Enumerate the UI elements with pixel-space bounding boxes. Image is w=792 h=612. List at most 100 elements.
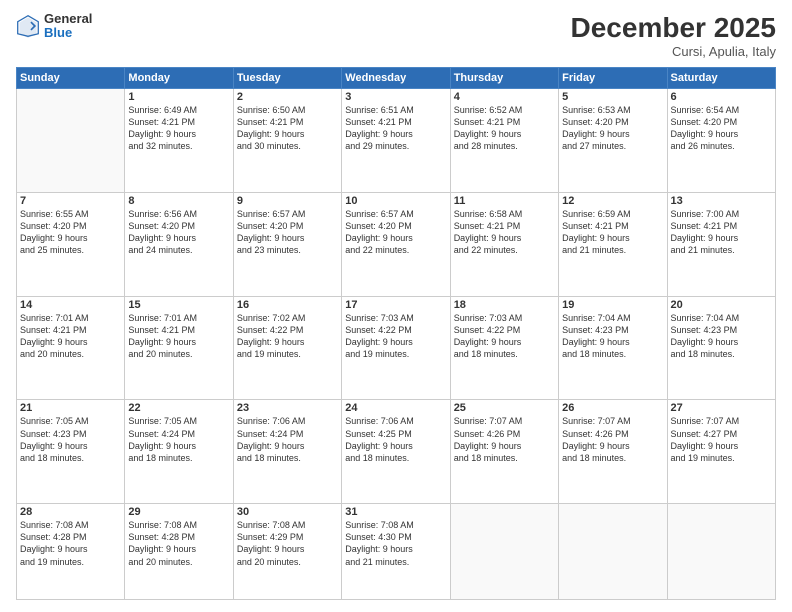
table-row (17, 89, 125, 193)
day-number: 15 (128, 299, 229, 311)
logo-general-text: General (44, 12, 92, 26)
title-block: December 2025 Cursi, Apulia, Italy (571, 12, 776, 59)
table-row (667, 504, 775, 600)
day-number: 18 (454, 299, 555, 311)
day-info: Sunrise: 6:56 AM Sunset: 4:20 PM Dayligh… (128, 208, 229, 257)
day-number: 21 (20, 402, 121, 414)
day-info: Sunrise: 7:06 AM Sunset: 4:25 PM Dayligh… (345, 415, 446, 464)
day-info: Sunrise: 6:51 AM Sunset: 4:21 PM Dayligh… (345, 104, 446, 153)
table-row: 20Sunrise: 7:04 AM Sunset: 4:23 PM Dayli… (667, 296, 775, 400)
day-number: 23 (237, 402, 338, 414)
day-info: Sunrise: 7:07 AM Sunset: 4:26 PM Dayligh… (562, 415, 663, 464)
table-row: 11Sunrise: 6:58 AM Sunset: 4:21 PM Dayli… (450, 192, 558, 296)
table-row: 9Sunrise: 6:57 AM Sunset: 4:20 PM Daylig… (233, 192, 341, 296)
day-number: 3 (345, 91, 446, 103)
day-info: Sunrise: 7:01 AM Sunset: 4:21 PM Dayligh… (128, 312, 229, 361)
day-number: 7 (20, 195, 121, 207)
table-row: 31Sunrise: 7:08 AM Sunset: 4:30 PM Dayli… (342, 504, 450, 600)
day-number: 30 (237, 506, 338, 518)
day-info: Sunrise: 6:58 AM Sunset: 4:21 PM Dayligh… (454, 208, 555, 257)
day-number: 27 (671, 402, 772, 414)
day-info: Sunrise: 7:05 AM Sunset: 4:23 PM Dayligh… (20, 415, 121, 464)
table-row: 2Sunrise: 6:50 AM Sunset: 4:21 PM Daylig… (233, 89, 341, 193)
table-row (559, 504, 667, 600)
table-row: 23Sunrise: 7:06 AM Sunset: 4:24 PM Dayli… (233, 400, 341, 504)
day-number: 17 (345, 299, 446, 311)
table-row: 22Sunrise: 7:05 AM Sunset: 4:24 PM Dayli… (125, 400, 233, 504)
table-row: 5Sunrise: 6:53 AM Sunset: 4:20 PM Daylig… (559, 89, 667, 193)
logo-text: General Blue (44, 12, 92, 41)
day-info: Sunrise: 7:02 AM Sunset: 4:22 PM Dayligh… (237, 312, 338, 361)
col-friday: Friday (559, 68, 667, 89)
table-row: 18Sunrise: 7:03 AM Sunset: 4:22 PM Dayli… (450, 296, 558, 400)
col-saturday: Saturday (667, 68, 775, 89)
day-number: 1 (128, 91, 229, 103)
day-number: 24 (345, 402, 446, 414)
table-row: 14Sunrise: 7:01 AM Sunset: 4:21 PM Dayli… (17, 296, 125, 400)
table-row: 12Sunrise: 6:59 AM Sunset: 4:21 PM Dayli… (559, 192, 667, 296)
day-number: 31 (345, 506, 446, 518)
table-row: 16Sunrise: 7:02 AM Sunset: 4:22 PM Dayli… (233, 296, 341, 400)
day-number: 19 (562, 299, 663, 311)
logo-icon (16, 14, 40, 38)
day-info: Sunrise: 7:03 AM Sunset: 4:22 PM Dayligh… (345, 312, 446, 361)
day-number: 9 (237, 195, 338, 207)
table-row: 29Sunrise: 7:08 AM Sunset: 4:28 PM Dayli… (125, 504, 233, 600)
day-info: Sunrise: 6:53 AM Sunset: 4:20 PM Dayligh… (562, 104, 663, 153)
table-row (450, 504, 558, 600)
day-info: Sunrise: 6:52 AM Sunset: 4:21 PM Dayligh… (454, 104, 555, 153)
table-row: 30Sunrise: 7:08 AM Sunset: 4:29 PM Dayli… (233, 504, 341, 600)
day-number: 4 (454, 91, 555, 103)
day-info: Sunrise: 6:57 AM Sunset: 4:20 PM Dayligh… (345, 208, 446, 257)
day-number: 11 (454, 195, 555, 207)
location: Cursi, Apulia, Italy (571, 44, 776, 59)
day-info: Sunrise: 7:05 AM Sunset: 4:24 PM Dayligh… (128, 415, 229, 464)
day-number: 8 (128, 195, 229, 207)
day-info: Sunrise: 7:07 AM Sunset: 4:27 PM Dayligh… (671, 415, 772, 464)
day-number: 22 (128, 402, 229, 414)
header: General Blue December 2025 Cursi, Apulia… (16, 12, 776, 59)
page: General Blue December 2025 Cursi, Apulia… (0, 0, 792, 612)
table-row: 27Sunrise: 7:07 AM Sunset: 4:27 PM Dayli… (667, 400, 775, 504)
day-info: Sunrise: 6:50 AM Sunset: 4:21 PM Dayligh… (237, 104, 338, 153)
day-info: Sunrise: 7:03 AM Sunset: 4:22 PM Dayligh… (454, 312, 555, 361)
day-info: Sunrise: 7:01 AM Sunset: 4:21 PM Dayligh… (20, 312, 121, 361)
table-row: 4Sunrise: 6:52 AM Sunset: 4:21 PM Daylig… (450, 89, 558, 193)
day-number: 6 (671, 91, 772, 103)
day-info: Sunrise: 7:04 AM Sunset: 4:23 PM Dayligh… (562, 312, 663, 361)
month-title: December 2025 (571, 12, 776, 44)
day-number: 5 (562, 91, 663, 103)
table-row: 6Sunrise: 6:54 AM Sunset: 4:20 PM Daylig… (667, 89, 775, 193)
table-row: 7Sunrise: 6:55 AM Sunset: 4:20 PM Daylig… (17, 192, 125, 296)
logo: General Blue (16, 12, 92, 41)
day-number: 25 (454, 402, 555, 414)
day-info: Sunrise: 6:57 AM Sunset: 4:20 PM Dayligh… (237, 208, 338, 257)
day-info: Sunrise: 6:49 AM Sunset: 4:21 PM Dayligh… (128, 104, 229, 153)
calendar-table: Sunday Monday Tuesday Wednesday Thursday… (16, 67, 776, 600)
table-row: 13Sunrise: 7:00 AM Sunset: 4:21 PM Dayli… (667, 192, 775, 296)
day-number: 13 (671, 195, 772, 207)
table-row: 28Sunrise: 7:08 AM Sunset: 4:28 PM Dayli… (17, 504, 125, 600)
day-number: 29 (128, 506, 229, 518)
day-info: Sunrise: 6:55 AM Sunset: 4:20 PM Dayligh… (20, 208, 121, 257)
col-thursday: Thursday (450, 68, 558, 89)
table-row: 17Sunrise: 7:03 AM Sunset: 4:22 PM Dayli… (342, 296, 450, 400)
day-info: Sunrise: 6:59 AM Sunset: 4:21 PM Dayligh… (562, 208, 663, 257)
day-info: Sunrise: 7:08 AM Sunset: 4:30 PM Dayligh… (345, 519, 446, 568)
table-row: 21Sunrise: 7:05 AM Sunset: 4:23 PM Dayli… (17, 400, 125, 504)
day-number: 14 (20, 299, 121, 311)
day-number: 10 (345, 195, 446, 207)
day-info: Sunrise: 6:54 AM Sunset: 4:20 PM Dayligh… (671, 104, 772, 153)
table-row: 10Sunrise: 6:57 AM Sunset: 4:20 PM Dayli… (342, 192, 450, 296)
day-number: 26 (562, 402, 663, 414)
day-number: 16 (237, 299, 338, 311)
table-row: 25Sunrise: 7:07 AM Sunset: 4:26 PM Dayli… (450, 400, 558, 504)
day-number: 12 (562, 195, 663, 207)
day-info: Sunrise: 7:08 AM Sunset: 4:28 PM Dayligh… (20, 519, 121, 568)
col-sunday: Sunday (17, 68, 125, 89)
col-wednesday: Wednesday (342, 68, 450, 89)
table-row: 8Sunrise: 6:56 AM Sunset: 4:20 PM Daylig… (125, 192, 233, 296)
day-info: Sunrise: 7:08 AM Sunset: 4:28 PM Dayligh… (128, 519, 229, 568)
table-row: 26Sunrise: 7:07 AM Sunset: 4:26 PM Dayli… (559, 400, 667, 504)
day-number: 2 (237, 91, 338, 103)
